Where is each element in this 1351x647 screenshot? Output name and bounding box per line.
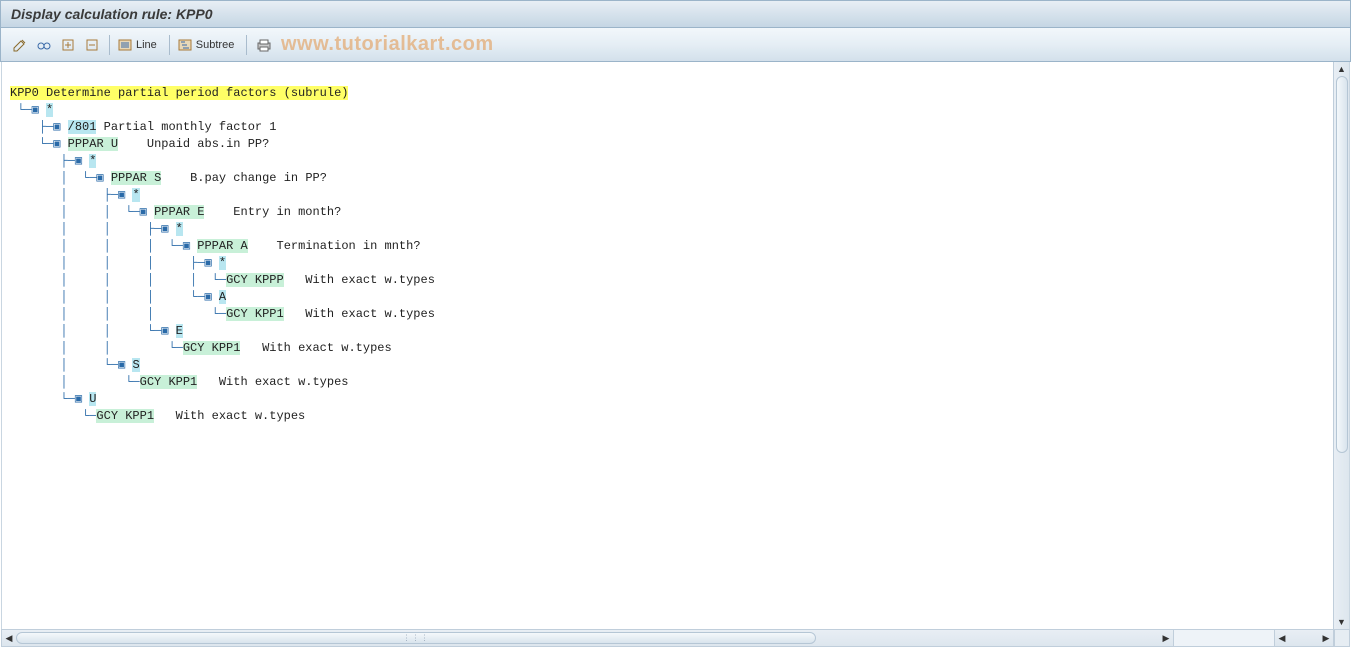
tree-node[interactable]: GCY KPP1 (183, 341, 241, 355)
tree-node[interactable]: * (176, 222, 183, 236)
scrollbar-gap (1174, 629, 1274, 647)
vertical-scrollbar[interactable]: ▲ ▼ (1333, 62, 1349, 629)
tree-view[interactable]: KPP0 Determine partial period factors (s… (2, 62, 1349, 629)
tree-node[interactable]: * (89, 154, 96, 168)
separator (169, 35, 170, 55)
content-area: KPP0 Determine partial period factors (s… (1, 62, 1350, 629)
separator (109, 35, 110, 55)
tree-node[interactable]: PPPAR E (154, 205, 204, 219)
tree-desc: Termination in mnth? (277, 239, 421, 253)
line-button[interactable]: Line (116, 34, 163, 56)
tree-node[interactable]: PPPAR A (197, 239, 247, 253)
tree-node[interactable]: PPPAR S (111, 171, 161, 185)
tree-desc: With exact w.types (305, 307, 435, 321)
tree-node[interactable]: GCY KPPP (226, 273, 284, 287)
tree-desc: Partial monthly factor 1 (104, 120, 277, 134)
horizontal-scrollbar[interactable]: ◀ ⋮⋮⋮ ▶ (1, 629, 1174, 647)
horizontal-scrollbar-secondary[interactable]: ◀ ▶ (1274, 629, 1334, 647)
line-label: Line (136, 39, 157, 51)
page-title: Display calculation rule: KPP0 (11, 6, 213, 22)
tree-desc: With exact w.types (219, 375, 349, 389)
edit-icon[interactable] (9, 34, 31, 56)
tree-node[interactable]: * (132, 188, 139, 202)
expand-icon[interactable] (57, 34, 79, 56)
scroll-left-icon[interactable]: ◀ (1275, 631, 1289, 645)
tree-desc: Entry in month? (233, 205, 341, 219)
horizontal-scrollbar-row: ◀ ⋮⋮⋮ ▶ ◀ ▶ (1, 629, 1350, 647)
scroll-left-icon[interactable]: ◀ (2, 631, 16, 645)
scroll-thumb[interactable]: ⋮⋮⋮ (16, 632, 816, 644)
tree-node[interactable]: PPPAR U (68, 137, 118, 151)
tree-node[interactable]: GCY KPP1 (96, 409, 154, 423)
tree-desc: With exact w.types (176, 409, 306, 423)
tree-desc: Unpaid abs.in PP? (147, 137, 269, 151)
tree-desc: With exact w.types (262, 341, 392, 355)
scroll-up-icon[interactable]: ▲ (1335, 62, 1349, 76)
subtree-label: Subtree (196, 39, 235, 51)
scrollbar-corner (1334, 629, 1350, 647)
title-bar: Display calculation rule: KPP0 (0, 0, 1351, 28)
tree-node[interactable]: E (176, 324, 183, 338)
scroll-track[interactable] (1334, 76, 1349, 615)
scroll-right-icon[interactable]: ▶ (1159, 631, 1173, 645)
glasses-icon[interactable] (33, 34, 55, 56)
watermark: www.tutorialkart.com (281, 33, 494, 56)
separator (246, 35, 247, 55)
tree-node[interactable]: U (89, 392, 96, 406)
tree-node[interactable]: * (219, 256, 226, 270)
tree-node[interactable]: S (132, 358, 139, 372)
scroll-right-icon[interactable]: ▶ (1319, 631, 1333, 645)
tree-node[interactable]: /801 (68, 120, 97, 134)
tree-root[interactable]: KPP0 Determine partial period factors (s… (10, 86, 348, 100)
tree-desc: B.pay change in PP? (190, 171, 327, 185)
scroll-down-icon[interactable]: ▼ (1335, 615, 1349, 629)
tree-node[interactable]: * (46, 103, 53, 117)
subtree-button[interactable]: Subtree (176, 34, 241, 56)
collapse-icon[interactable] (81, 34, 103, 56)
toolbar: Line Subtree www.tutorialkart.com (0, 28, 1351, 62)
scroll-track[interactable]: ⋮⋮⋮ (16, 630, 1159, 646)
print-icon[interactable] (253, 34, 275, 56)
tree-node[interactable]: GCY KPP1 (226, 307, 284, 321)
scroll-thumb[interactable] (1336, 76, 1348, 453)
scroll-track[interactable] (1289, 630, 1319, 646)
tree-desc: With exact w.types (305, 273, 435, 287)
tree-node[interactable]: A (219, 290, 226, 304)
tree-node[interactable]: GCY KPP1 (140, 375, 198, 389)
